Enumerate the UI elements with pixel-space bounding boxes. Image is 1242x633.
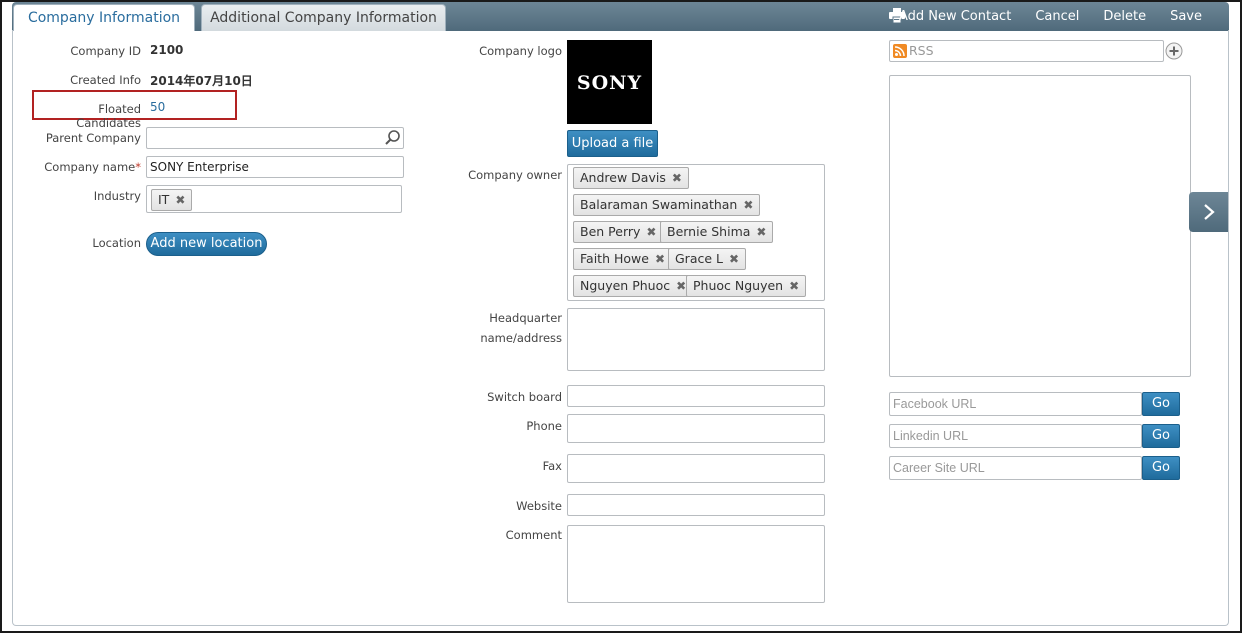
- owner-chip-label: Bernie Shima: [667, 224, 751, 239]
- owner-chip: Grace L ✖: [668, 248, 747, 270]
- parent-company-input[interactable]: [146, 127, 404, 149]
- created-info-label: Created Info: [70, 73, 141, 87]
- add-new-contact-button[interactable]: Add New Contact: [887, 9, 1023, 24]
- upload-file-button[interactable]: Upload a file: [567, 130, 658, 157]
- career-site-go-button[interactable]: Go: [1142, 456, 1180, 480]
- owner-chip-label: Grace L: [675, 251, 723, 266]
- owner-chip: Ben Perry ✖: [573, 221, 664, 243]
- tab-company-information[interactable]: Company Information: [13, 4, 195, 31]
- company-name-label: Company name*: [44, 160, 141, 174]
- remove-owner-icon[interactable]: ✖: [756, 225, 766, 239]
- linkedin-go-button[interactable]: Go: [1142, 424, 1180, 448]
- add-new-location-button[interactable]: Add new location: [146, 232, 267, 256]
- fax-input[interactable]: [567, 454, 825, 483]
- remove-owner-icon[interactable]: ✖: [672, 171, 682, 185]
- parent-company-label: Parent Company: [45, 131, 141, 145]
- delete-button[interactable]: Delete: [1091, 9, 1158, 24]
- owner-chip-label: Nguyen Phuoc: [580, 278, 671, 293]
- owner-chip: Bernie Shima ✖: [660, 221, 774, 243]
- owner-chip-label: Ben Perry: [580, 224, 641, 239]
- remove-owner-icon[interactable]: ✖: [655, 252, 665, 266]
- company-id-label: Company ID: [70, 44, 141, 58]
- owner-chip: Faith Howe ✖: [573, 248, 672, 270]
- industry-label: Industry: [93, 189, 141, 203]
- owner-chip-label: Phuoc Nguyen: [693, 278, 784, 293]
- phone-label: Phone: [526, 419, 562, 433]
- remove-owner-icon[interactable]: ✖: [646, 225, 656, 239]
- website-label: Website: [516, 499, 562, 513]
- headquarter-label: Headquarter: [489, 311, 562, 325]
- search-icon[interactable]: [384, 129, 402, 147]
- industry-tag: IT ✖: [151, 189, 193, 211]
- logo-text: SONY: [576, 72, 643, 94]
- remove-tag-icon[interactable]: ✖: [175, 193, 185, 207]
- owner-chip: Nguyen Phuoc ✖: [573, 275, 694, 297]
- switchboard-input[interactable]: [567, 385, 825, 407]
- fax-label: Fax: [542, 459, 562, 473]
- remove-owner-icon[interactable]: ✖: [743, 198, 753, 212]
- tab-additional-company-information[interactable]: Additional Company Information: [201, 4, 446, 31]
- cancel-button[interactable]: Cancel: [1023, 9, 1091, 24]
- company-id-value: 2100: [150, 43, 184, 57]
- add-rss-icon[interactable]: [1165, 42, 1183, 60]
- website-input[interactable]: [567, 494, 825, 516]
- linkedin-url-input[interactable]: [889, 424, 1142, 448]
- location-label: Location: [92, 236, 141, 250]
- remove-owner-icon[interactable]: ✖: [676, 279, 686, 293]
- toolbar-actions: Add New Contact Cancel Delete Save: [887, 2, 1214, 31]
- company-name-input[interactable]: SONY Enterprise: [146, 156, 404, 178]
- rss-placeholder: RSS: [909, 43, 934, 58]
- company-logo-image: SONY: [567, 40, 652, 124]
- owner-chip: Balaraman Swaminathan ✖: [573, 194, 761, 216]
- comment-label: Comment: [505, 528, 562, 542]
- owner-chip-label: Balaraman Swaminathan: [580, 197, 738, 212]
- career-site-url-input[interactable]: [889, 456, 1142, 480]
- company-owner-label: Company owner: [468, 168, 562, 182]
- headquarter-label-line2: name/address: [480, 331, 562, 345]
- chevron-right-icon: [1204, 204, 1215, 220]
- facebook-url-input[interactable]: [889, 392, 1142, 416]
- switchboard-label: Switch board: [487, 390, 562, 404]
- comment-textarea[interactable]: [567, 525, 825, 603]
- owner-chip-label: Andrew Davis: [580, 170, 666, 185]
- industry-tag-label: IT: [158, 192, 170, 207]
- rss-icon: [893, 44, 907, 58]
- save-button[interactable]: Save: [1158, 9, 1214, 24]
- required-marker: *: [135, 160, 141, 174]
- floated-candidates-label: Floated Candidates: [76, 102, 141, 130]
- owner-chip: Phuoc Nguyen ✖: [686, 275, 807, 297]
- created-info-value: 2014年07月10日: [150, 74, 253, 88]
- remove-owner-icon[interactable]: ✖: [789, 279, 799, 293]
- remove-owner-icon[interactable]: ✖: [729, 252, 739, 266]
- owner-chip-label: Faith Howe: [580, 251, 649, 266]
- headquarter-textarea[interactable]: [567, 308, 825, 371]
- company-logo-label: Company logo: [479, 44, 562, 58]
- expand-panel-button[interactable]: [1189, 192, 1228, 232]
- floated-candidates-value[interactable]: 50: [150, 100, 165, 114]
- phone-input[interactable]: [567, 414, 825, 443]
- facebook-go-button[interactable]: Go: [1142, 392, 1180, 416]
- rss-feed-panel: [889, 75, 1191, 377]
- owner-chip: Andrew Davis ✖: [573, 167, 689, 189]
